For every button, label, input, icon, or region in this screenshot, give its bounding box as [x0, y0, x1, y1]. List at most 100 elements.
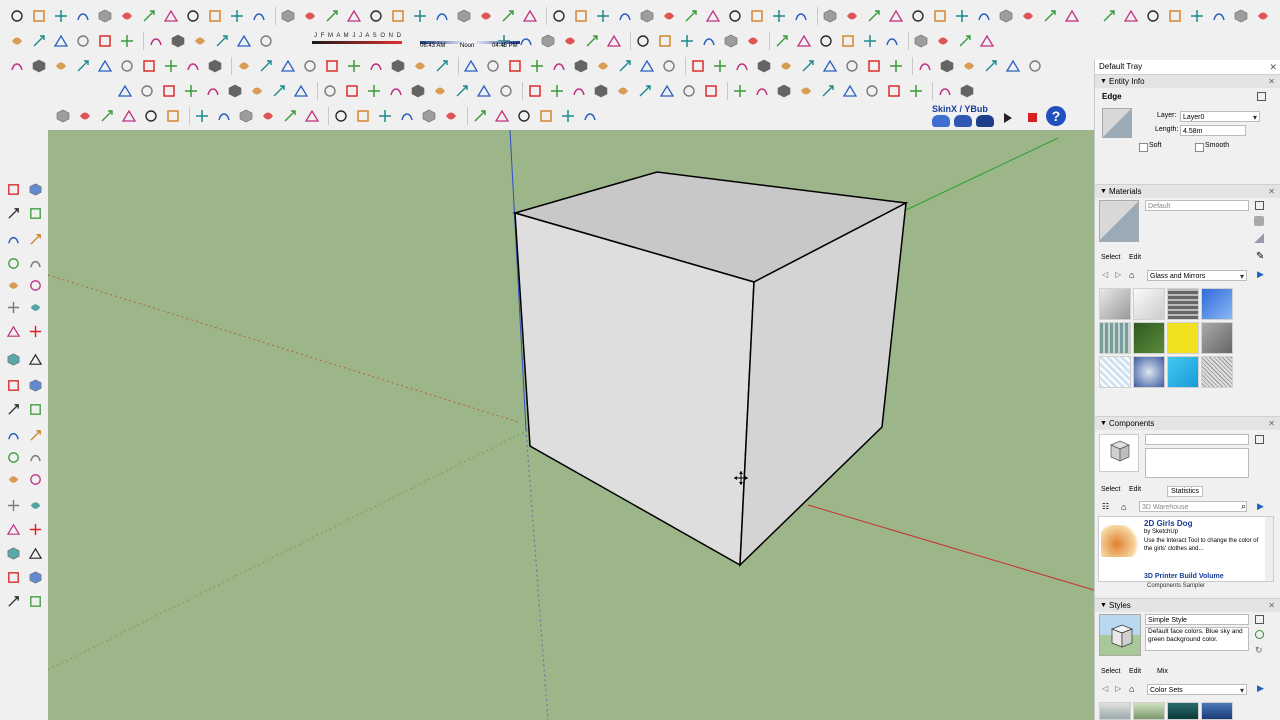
rectangle-icon[interactable] [978, 32, 996, 50]
home-icon[interactable]: ⌂ [1129, 270, 1134, 280]
arc-icon[interactable] [26, 496, 44, 514]
text-icon[interactable] [4, 322, 22, 340]
forward-arrow-icon[interactable]: ▷ [1115, 270, 1121, 279]
follow-me-icon[interactable] [839, 32, 857, 50]
eraser-icon[interactable] [1041, 7, 1059, 25]
follow-me-icon[interactable] [4, 448, 22, 466]
protractor-icon[interactable] [228, 7, 246, 25]
play-icon[interactable] [1004, 113, 1012, 123]
entity-material-swatch[interactable] [1102, 108, 1132, 138]
push-pull-icon[interactable] [26, 520, 44, 538]
pan-icon[interactable] [409, 82, 427, 100]
panel-close-icon[interactable]: ✕ [1268, 599, 1275, 613]
axes-icon[interactable] [634, 32, 652, 50]
layer-dropdown[interactable]: Layer0 [1180, 111, 1260, 123]
materials-header[interactable]: ▼ Materials ✕ [1095, 184, 1280, 198]
protractor-icon[interactable] [770, 7, 788, 25]
eraser-icon[interactable] [389, 57, 407, 75]
zoom-extents-icon[interactable] [332, 107, 350, 125]
follow-me-icon[interactable] [570, 82, 588, 100]
move-icon[interactable] [118, 7, 136, 25]
tape-measure-icon[interactable] [147, 32, 165, 50]
section-icon[interactable] [4, 400, 22, 418]
orbit-icon[interactable] [387, 82, 405, 100]
zoom-extents-icon[interactable] [257, 57, 275, 75]
push-pull-icon[interactable] [54, 107, 72, 125]
scale-icon[interactable] [52, 57, 70, 75]
pan-icon[interactable] [26, 350, 44, 368]
material-swatch[interactable] [1099, 322, 1131, 354]
skinx-icon-2[interactable] [954, 115, 972, 127]
move-icon[interactable] [4, 254, 22, 272]
rotate-icon[interactable] [682, 7, 700, 25]
text-icon[interactable] [215, 107, 233, 125]
component-list-item[interactable]: 3D Printer Build Volume [1144, 573, 1224, 580]
pan-icon[interactable] [755, 57, 773, 75]
axes-icon[interactable] [907, 82, 925, 100]
eraser-icon[interactable] [861, 32, 879, 50]
axes-icon[interactable] [237, 107, 255, 125]
component-icon[interactable] [865, 57, 883, 75]
zoom-icon[interactable] [345, 7, 363, 25]
orbit-icon[interactable] [301, 7, 319, 25]
default-material-icon[interactable] [1254, 233, 1264, 243]
material-swatch[interactable] [1201, 288, 1233, 320]
component-description-field[interactable] [1145, 448, 1249, 478]
material-swatch[interactable] [1167, 288, 1199, 320]
component-icon[interactable] [975, 7, 993, 25]
paint-icon[interactable] [636, 82, 654, 100]
arc-icon[interactable] [26, 204, 44, 222]
tape-measure-icon[interactable] [4, 592, 22, 610]
skinx-icon-3[interactable] [976, 115, 994, 127]
push-pull-icon[interactable] [731, 82, 749, 100]
arc-icon[interactable] [1100, 7, 1118, 25]
zoom-icon[interactable] [777, 57, 795, 75]
scale-icon[interactable] [4, 568, 22, 586]
layer-icon[interactable] [26, 400, 44, 418]
offset-icon[interactable] [74, 57, 92, 75]
protractor-icon[interactable] [169, 32, 187, 50]
material-swatch[interactable] [1099, 356, 1131, 388]
paint-icon[interactable] [912, 32, 930, 50]
paint-icon[interactable] [982, 57, 1000, 75]
move-icon[interactable] [52, 32, 70, 50]
zoom-icon[interactable] [700, 32, 718, 50]
rotate-icon[interactable] [26, 254, 44, 272]
scale-icon[interactable] [594, 57, 612, 75]
axes-icon[interactable] [711, 57, 729, 75]
component-icon[interactable] [4, 426, 22, 444]
section-icon[interactable] [821, 57, 839, 75]
component-pin-icon[interactable] [1255, 435, 1264, 444]
shadow-settings-bar[interactable]: J F M A M J J A S O N D 06:43 AM Noon 04… [312, 33, 524, 51]
pan-icon[interactable] [257, 32, 275, 50]
section-icon[interactable] [279, 57, 297, 75]
rectangle-icon[interactable] [4, 230, 22, 248]
rotate-icon[interactable] [140, 7, 158, 25]
material-name-field[interactable]: Default [1145, 200, 1249, 211]
arc-icon[interactable] [1026, 57, 1044, 75]
component-icon[interactable] [323, 57, 341, 75]
component-name-field[interactable] [1145, 434, 1249, 445]
panel-close-icon[interactable]: ✕ [1268, 417, 1275, 431]
group-icon[interactable] [345, 57, 363, 75]
zoom-extents-icon[interactable] [367, 7, 385, 25]
orbit-icon[interactable] [235, 32, 253, 50]
style-swatch[interactable] [1167, 702, 1199, 720]
axes-icon[interactable] [365, 82, 383, 100]
scale-icon[interactable] [1210, 7, 1228, 25]
line-icon[interactable] [4, 496, 22, 514]
group-icon[interactable] [817, 32, 835, 50]
model-scene[interactable] [48, 130, 1094, 720]
layer-icon[interactable] [497, 82, 515, 100]
eraser-icon[interactable] [592, 82, 610, 100]
zoom-extents-icon[interactable] [722, 32, 740, 50]
protractor-icon[interactable] [321, 82, 339, 100]
eraser-icon[interactable] [938, 57, 956, 75]
text-icon[interactable] [250, 7, 268, 25]
offset-icon[interactable] [616, 57, 634, 75]
modeling-viewport[interactable] [48, 130, 1094, 720]
list-scrollbar[interactable] [1265, 517, 1273, 581]
select-icon[interactable] [1063, 7, 1081, 25]
protractor-icon[interactable] [583, 32, 601, 50]
protractor-icon[interactable] [660, 57, 678, 75]
